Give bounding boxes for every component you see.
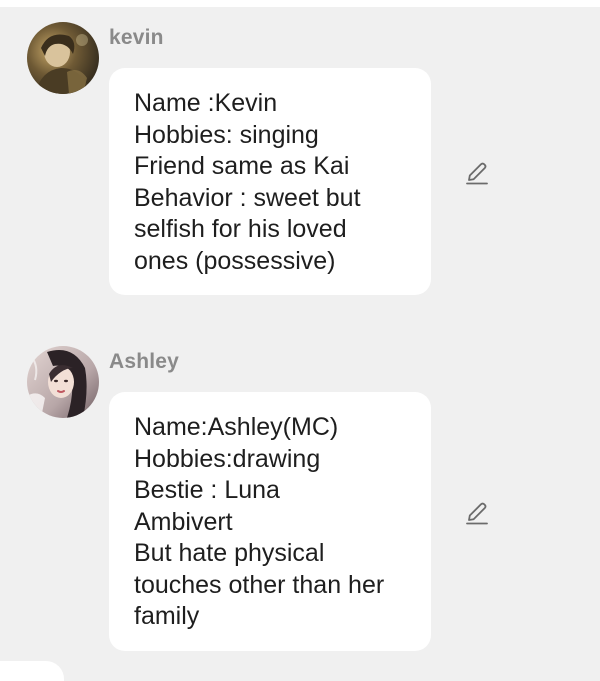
edit-button[interactable] <box>459 496 493 530</box>
message-line: Ambivert <box>134 507 233 536</box>
avatar-ashley[interactable] <box>27 346 99 418</box>
pencil-icon <box>466 502 488 525</box>
message-line: ones (possessive) <box>134 246 336 275</box>
message-line: Friend same as Kai <box>134 152 350 180</box>
top-strip <box>0 0 600 7</box>
message-line: selfish for his loved <box>134 215 347 243</box>
message-line: Hobbies:drawing <box>134 444 321 473</box>
edit-button[interactable] <box>459 156 493 190</box>
message-line: But hate physical <box>134 539 325 567</box>
pencil-icon <box>466 162 488 185</box>
message-line: Name :Kevin <box>134 89 278 117</box>
message-bubble[interactable]: Name:Ashley(MC) Hobbies:drawing Bestie :… <box>109 392 431 651</box>
sender-name: Ashley <box>109 350 180 373</box>
message-line: Name:Ashley(MC) <box>134 413 339 441</box>
message-line: family <box>134 602 200 630</box>
message-bubble[interactable]: Name :Kevin Hobbies: singing Friend same… <box>109 68 431 295</box>
message-line: touches other than her <box>134 570 385 599</box>
avatar-kevin[interactable] <box>27 22 99 94</box>
bottom-bar-edge <box>0 661 64 681</box>
message-line: Hobbies: singing <box>134 120 319 149</box>
message-line: Bestie : Luna <box>134 476 280 504</box>
sender-name: kevin <box>109 26 164 49</box>
message-line: Behavior : sweet but <box>134 183 361 212</box>
